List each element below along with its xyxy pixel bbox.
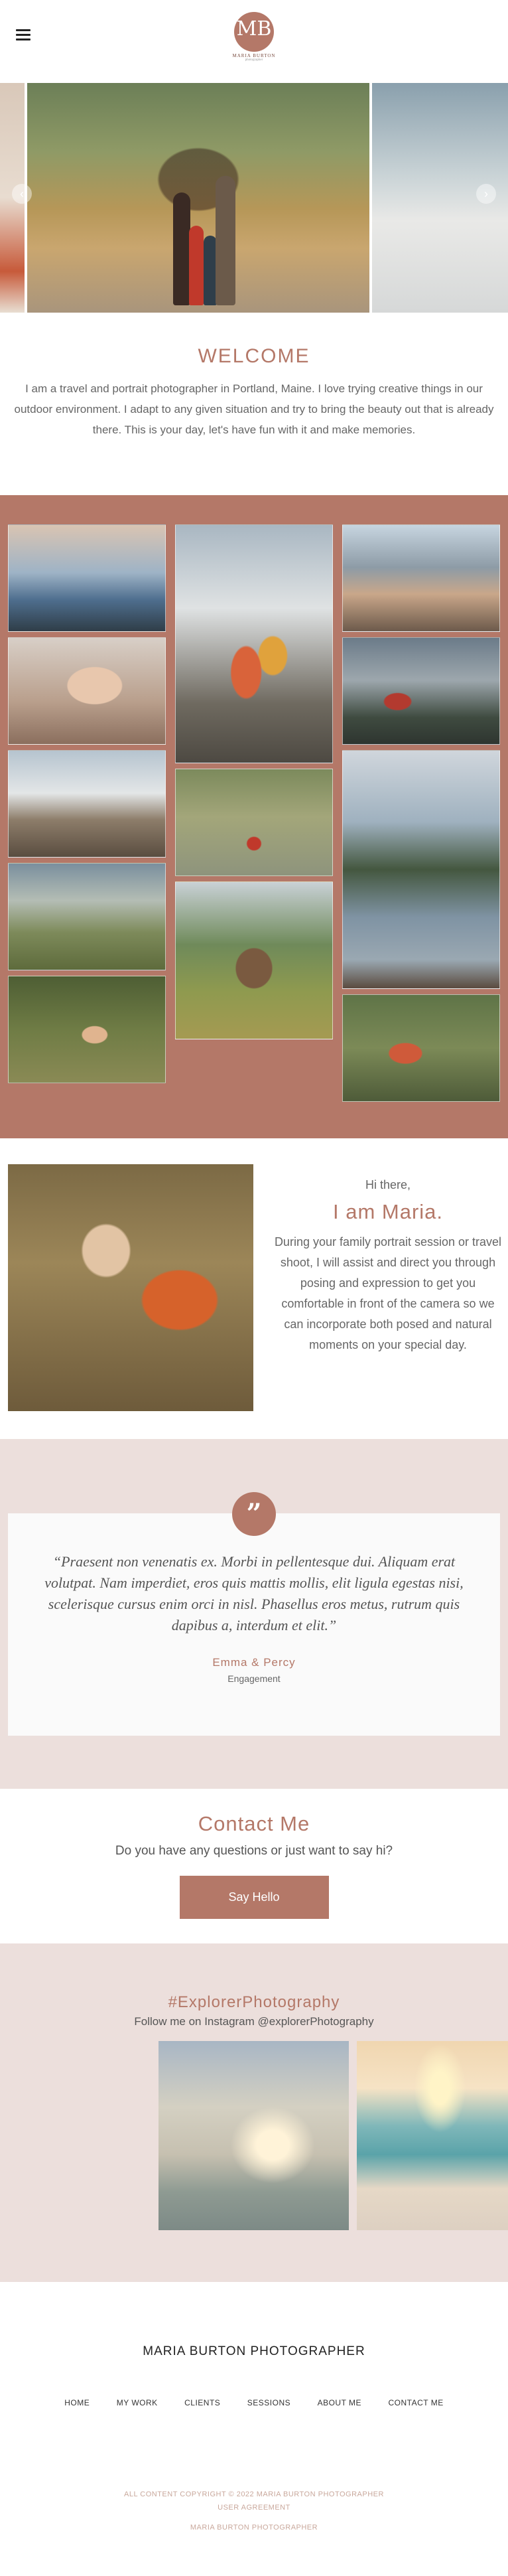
about-photo-photographer xyxy=(8,1164,253,1411)
photo-gallery xyxy=(0,495,508,1138)
contact-title: Contact Me xyxy=(198,1812,310,1835)
contact-section: Contact Me Do you have any questions or … xyxy=(0,1812,508,1919)
footer-nav-about-me[interactable]: ABOUT ME xyxy=(318,2398,361,2407)
menu-icon[interactable] xyxy=(16,29,31,40)
logo-monogram: MB xyxy=(236,17,272,40)
gallery-photo-resting-hiker[interactable] xyxy=(8,863,166,970)
footer-nav-clients[interactable]: CLIENTS xyxy=(184,2398,220,2407)
contact-subtitle: Do you have any questions or just want t… xyxy=(115,1844,393,1858)
hikers-figure xyxy=(173,146,246,305)
gallery-photo-couple-meadow[interactable] xyxy=(175,881,333,1039)
gallery-photo-mother-child[interactable] xyxy=(8,637,166,745)
footer-nav-home[interactable]: HOME xyxy=(64,2398,90,2407)
welcome-title: WELCOME xyxy=(198,345,310,367)
footer-nav: HOME MY WORK CLIENTS SESSIONS ABOUT ME C… xyxy=(0,2397,508,2409)
gallery-photo-kayak-couple[interactable] xyxy=(8,524,166,632)
logo-badge: MB xyxy=(234,12,274,52)
footer-nav-sessions[interactable]: SESSIONS xyxy=(247,2398,290,2407)
gallery-photo-picnic-couple[interactable] xyxy=(342,524,500,632)
testimonial-card: “Praesent non venenatis ex. Morbi in pel… xyxy=(8,1513,500,1736)
testimonial-session-type: Engagement xyxy=(227,1673,281,1684)
instagram-follow-text: Follow me on Instagram @explorerPhotogra… xyxy=(134,2015,374,2028)
slide-image-family-hike xyxy=(27,83,369,313)
footer-nav-my-work[interactable]: MY WORK xyxy=(117,2398,158,2407)
site-header: MB MARIA BURTON photographer xyxy=(0,0,508,83)
user-agreement-link[interactable]: USER AGREEMENT xyxy=(218,2504,290,2512)
gallery-photo-child-forest[interactable] xyxy=(8,976,166,1083)
gallery-photo-canoe-lake[interactable] xyxy=(175,769,333,876)
footer-credit: MARIA BURTON PHOTOGRAPHER xyxy=(190,2524,318,2532)
chevron-right-icon: › xyxy=(484,187,488,200)
about-section: Hi there, I am Maria. During your family… xyxy=(272,1178,504,1355)
gallery-photo-couple-mountain[interactable] xyxy=(8,750,166,858)
chevron-left-icon: ‹ xyxy=(20,187,24,200)
about-greeting: Hi there, xyxy=(365,1178,411,1191)
slider-prev-button[interactable]: ‹ xyxy=(12,184,32,204)
gallery-photo-lake-dock[interactable] xyxy=(342,750,500,989)
gallery-photo-family-beanies[interactable] xyxy=(175,524,333,763)
hero-slider[interactable]: ‹ › xyxy=(0,83,508,313)
testimonial-author: Emma & Percy xyxy=(212,1656,296,1669)
testimonial-quote: “Praesent non venenatis ex. Morbi in pel… xyxy=(44,1553,464,1633)
site-logo[interactable]: MB MARIA BURTON photographer xyxy=(227,12,281,65)
about-text: During your family portrait session or t… xyxy=(274,1235,502,1351)
logo-subtitle: photographer xyxy=(245,58,263,62)
footer-copyright: ALL CONTENT COPYRIGHT © 2022 MARIA BURTO… xyxy=(124,2490,384,2498)
logo-name: MARIA BURTON xyxy=(232,53,276,58)
footer-site-name: MARIA BURTON PHOTOGRAPHER xyxy=(143,2344,365,2358)
slider-next-button[interactable]: › xyxy=(476,184,496,204)
say-hello-button[interactable]: Say Hello xyxy=(179,1876,329,1919)
welcome-text: I am a travel and portrait photographer … xyxy=(14,382,494,436)
instagram-photo-beach-sunset[interactable] xyxy=(357,2041,508,2230)
gallery-photo-hikers-cliff[interactable] xyxy=(342,637,500,745)
instagram-photo-mountain-lake[interactable] xyxy=(159,2041,349,2230)
instagram-hashtag[interactable]: #ExplorerPhotography xyxy=(0,1993,508,2012)
gallery-photo-group-selfie[interactable] xyxy=(342,994,500,1102)
quote-icon: ” xyxy=(232,1492,276,1536)
footer-nav-contact-me[interactable]: CONTACT ME xyxy=(389,2398,444,2407)
footer-user-agreement: USER AGREEMENT xyxy=(0,2504,508,2512)
about-name: I am Maria. xyxy=(332,1200,444,1223)
welcome-section: WELCOME I am a travel and portrait photo… xyxy=(0,345,508,440)
